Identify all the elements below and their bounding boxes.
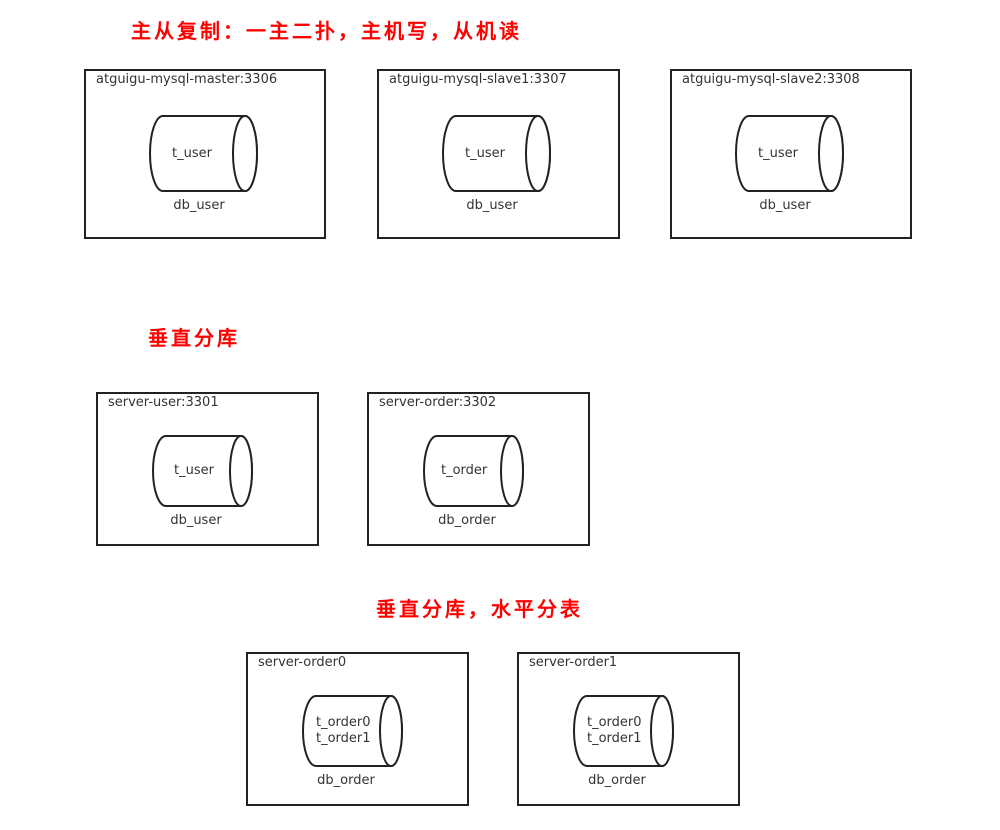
section-title-vertical-horizontal-sharding: 垂直分库，水平分表 <box>376 597 583 621</box>
database-cylinder-icon: t_user <box>152 435 253 507</box>
server-label: atguigu-mysql-slave1:3307 <box>389 72 567 87</box>
server-label: server-user:3301 <box>108 395 219 410</box>
table-name: t_order0 <box>316 715 371 730</box>
database-cylinder-icon: t_order <box>423 435 524 507</box>
database-name: db_user <box>173 198 225 213</box>
database-cylinder-icon: t_user <box>735 115 845 192</box>
section-title-master-slave: 主从复制：一主二扑，主机写，从机读 <box>131 19 522 43</box>
database-name: db_user <box>466 198 518 213</box>
database-name: db_user <box>759 198 811 213</box>
table-name: t_order1 <box>587 731 642 746</box>
database-name: db_order <box>438 513 496 528</box>
table-name: t_user <box>174 463 214 478</box>
table-name: t_order1 <box>316 731 371 746</box>
database-cylinder-icon: t_user <box>442 115 552 192</box>
table-name: t_user <box>465 146 505 161</box>
table-name: t_order <box>441 463 488 478</box>
database-name: db_order <box>588 773 646 788</box>
database-name: db_order <box>317 773 375 788</box>
table-name: t_order0 <box>587 715 642 730</box>
database-cylinder-icon: t_user <box>149 115 259 192</box>
section-title-vertical-sharding: 垂直分库 <box>148 326 240 350</box>
table-name: t_user <box>758 146 798 161</box>
server-label: server-order0 <box>258 655 347 670</box>
table-name: t_user <box>172 146 212 161</box>
server-label: atguigu-mysql-slave2:3308 <box>682 72 860 87</box>
database-cylinder-icon: t_order0 t_order1 <box>573 695 674 767</box>
server-label: server-order1 <box>529 655 618 670</box>
database-name: db_user <box>170 513 222 528</box>
database-cylinder-icon: t_order0 t_order1 <box>302 695 403 767</box>
server-label: server-order:3302 <box>379 395 497 410</box>
server-label: atguigu-mysql-master:3306 <box>96 72 278 87</box>
